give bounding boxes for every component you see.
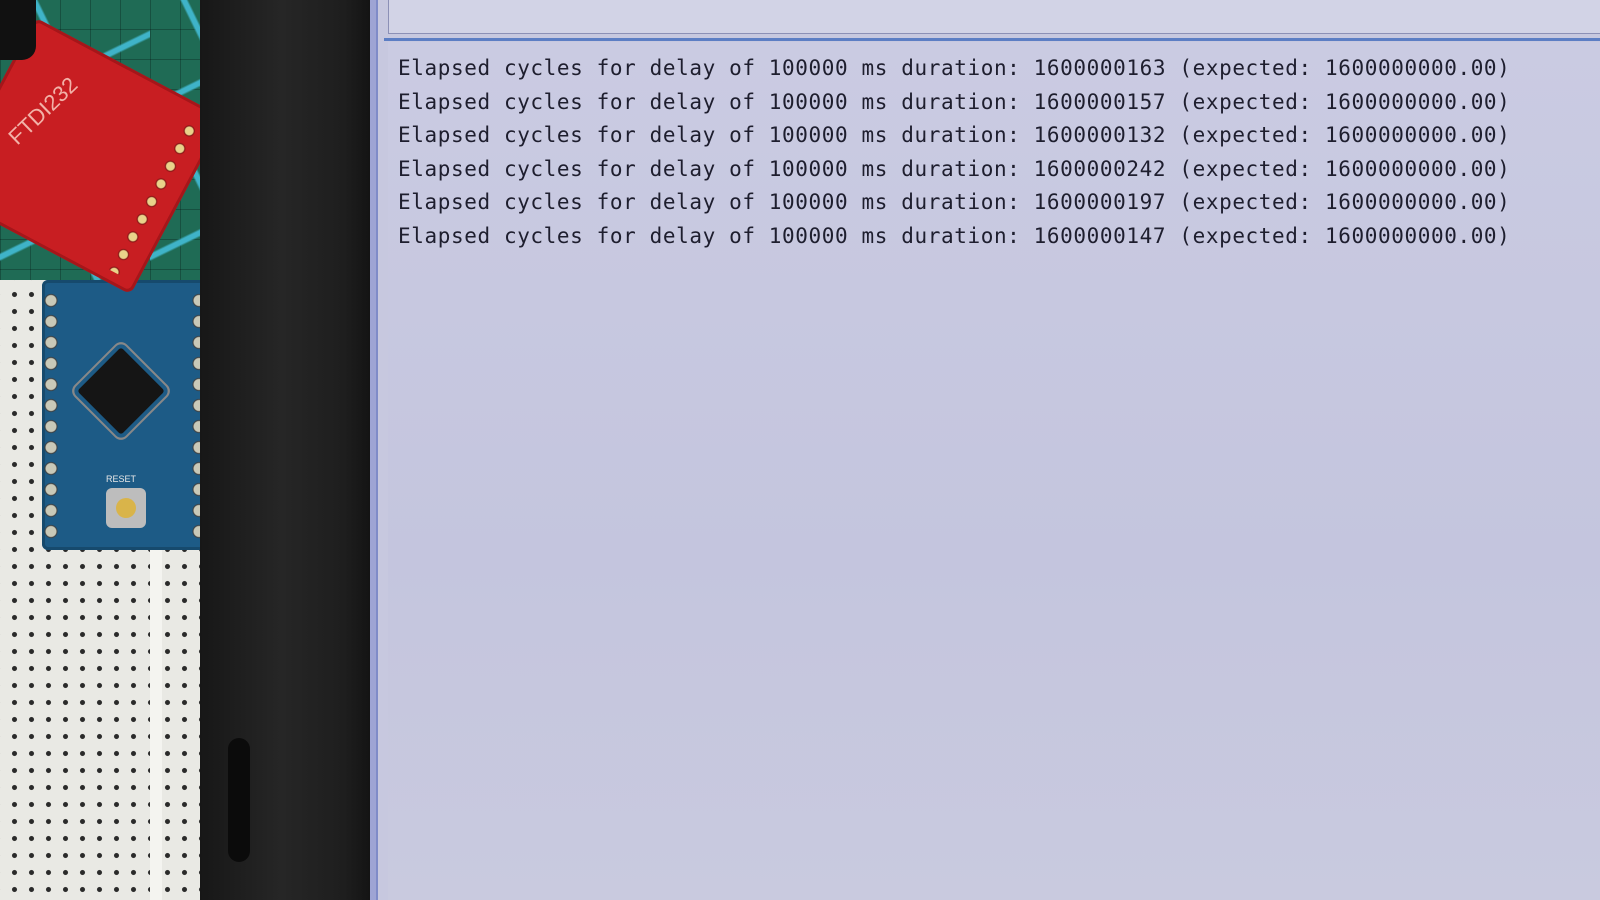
serial-output-area[interactable]: Elapsed cycles for delay of 100000 ms du… (388, 42, 1600, 900)
workbench-scene: RESET FTDI232 (0, 0, 214, 900)
bezel-slot (228, 738, 250, 862)
board-pins-left (42, 290, 60, 540)
output-line: Elapsed cycles for delay of 100000 ms du… (398, 190, 1511, 214)
breadboard-channel (150, 545, 162, 900)
monitor-bezel (200, 0, 380, 900)
reset-label: RESET (106, 474, 137, 484)
serial-monitor-window: Elapsed cycles for delay of 100000 ms du… (376, 0, 1600, 900)
usb-cable (0, 0, 36, 60)
output-line: Elapsed cycles for delay of 100000 ms du… (398, 89, 1511, 114)
reset-button (106, 488, 146, 528)
ftdi-label: FTDI232 (3, 71, 83, 150)
panel-divider (384, 38, 1600, 41)
serial-input-field[interactable] (388, 0, 1600, 34)
arduino-pro-mini-board: RESET (42, 280, 208, 550)
output-line: Elapsed cycles for delay of 100000 ms du… (398, 123, 1511, 147)
output-line: Elapsed cycles for delay of 100000 ms du… (398, 56, 1511, 80)
output-line: Elapsed cycles for delay of 100000 ms du… (398, 156, 1511, 181)
microcontroller-chip (77, 347, 165, 435)
monitor-screen: Elapsed cycles for delay of 100000 ms du… (370, 0, 1600, 900)
output-line: Elapsed cycles for delay of 100000 ms du… (398, 223, 1511, 248)
